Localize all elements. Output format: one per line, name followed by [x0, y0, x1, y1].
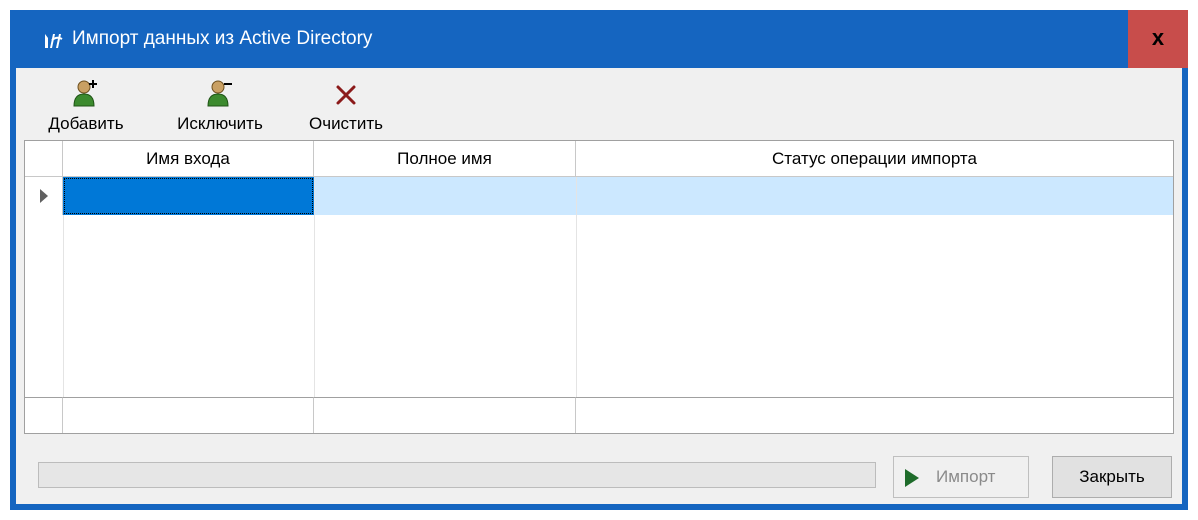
toolbar: Добавить Исключить Очистить [16, 68, 1182, 140]
column-divider [576, 215, 577, 397]
row-selector[interactable] [25, 177, 63, 215]
import-button-label: Импорт [936, 467, 996, 486]
clear-button-label: Очистить [308, 114, 383, 133]
import-button[interactable]: Импорт [893, 456, 1029, 498]
column-divider [63, 215, 64, 397]
table-cell-login[interactable] [63, 177, 314, 215]
close-button[interactable]: Закрыть [1052, 456, 1172, 498]
users-grid[interactable]: Имя входа Полное имя Статус операции имп… [24, 140, 1174, 434]
close-window-button[interactable]: x [1128, 10, 1188, 68]
footer-corner [25, 397, 63, 433]
exclude-button[interactable]: Исключить [158, 74, 282, 138]
column-header-import-status[interactable]: Статус операции импорта [576, 141, 1173, 177]
footer-cell-full-name [314, 397, 576, 433]
current-row-arrow-icon [40, 189, 48, 203]
column-divider [314, 215, 315, 397]
table-cell-import-status[interactable] [576, 177, 1173, 215]
add-button[interactable]: Добавить [34, 74, 138, 138]
title-bar[interactable]: Импорт данных из Active Directory x [10, 10, 1188, 68]
clear-x-icon [336, 85, 356, 105]
column-header-full-name[interactable]: Полное имя [314, 141, 576, 177]
footer-cell-login [63, 397, 314, 433]
column-header-login[interactable]: Имя входа [63, 141, 314, 177]
table-cell-full-name[interactable] [314, 177, 576, 215]
app-logo-icon [42, 30, 64, 52]
remove-user-icon [207, 80, 232, 107]
dialog-body: Добавить Исключить Очистить Имя входа По… [16, 68, 1182, 504]
window-title: Импорт данных из Active Directory [72, 28, 373, 49]
close-button-label: Закрыть [1079, 467, 1145, 486]
add-button-label: Добавить [48, 114, 124, 133]
row-header-corner [25, 141, 63, 177]
import-progress-bar [38, 462, 876, 488]
import-dialog: Импорт данных из Active Directory x Доба… [10, 10, 1188, 510]
exclude-button-label: Исключить [177, 114, 263, 133]
clear-button[interactable]: Очистить [294, 74, 398, 138]
footer-cell-import-status [576, 397, 1173, 433]
play-icon [905, 469, 919, 487]
add-user-icon [73, 80, 97, 107]
